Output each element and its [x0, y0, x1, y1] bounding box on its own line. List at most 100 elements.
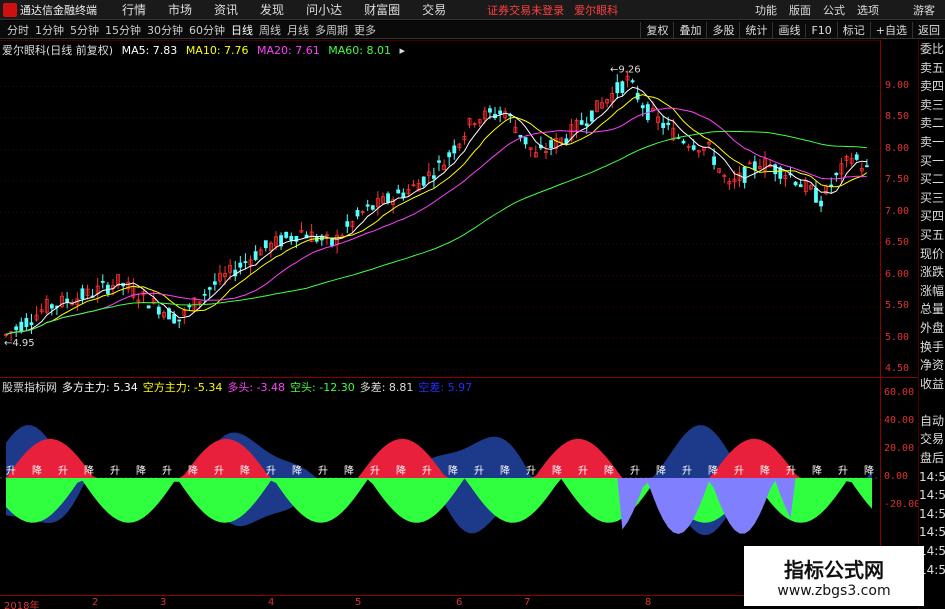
side-item-19[interactable]: [919, 393, 945, 412]
date-tick-0: 2018年: [4, 601, 40, 609]
tool-button-2[interactable]: 多股: [706, 22, 739, 38]
period-tab-6[interactable]: 日线: [228, 22, 256, 38]
side-item-22[interactable]: 盘后: [919, 449, 945, 468]
menu-item-layout[interactable]: 版面: [783, 2, 817, 18]
menu-item-news[interactable]: 资讯: [203, 1, 249, 18]
candle-body-115: [589, 110, 594, 122]
signal-label-7: 降: [188, 464, 198, 477]
side-item-11[interactable]: 现价: [919, 245, 945, 264]
menu-item-discover[interactable]: 发现: [249, 1, 295, 18]
side-item-14[interactable]: 总量: [919, 300, 945, 319]
menu-item-options[interactable]: 选项: [851, 2, 885, 18]
menu-item-formula[interactable]: 公式: [817, 2, 851, 18]
side-item-24[interactable]: 14:50: [919, 486, 945, 505]
tool-button-5[interactable]: F10: [805, 23, 836, 37]
candle-body-12: [65, 298, 70, 303]
side-item-15[interactable]: 外盘: [919, 319, 945, 338]
candle-body-121: [620, 81, 625, 93]
signal-label-26: 升: [682, 465, 692, 477]
menu-item-function[interactable]: 功能: [749, 2, 783, 18]
side-item-1[interactable]: 卖五: [919, 59, 945, 78]
period-tab-9[interactable]: 多周期: [312, 22, 351, 38]
signal-label-21: 降: [552, 464, 562, 477]
side-item-5[interactable]: 卖一: [919, 133, 945, 152]
side-item-25[interactable]: 14:50: [919, 505, 945, 524]
period-tab-8[interactable]: 月线: [284, 22, 312, 38]
price-tick-7: 5.50: [885, 300, 910, 311]
app-name: 通达信金融终端: [20, 3, 97, 17]
tool-button-1[interactable]: 叠加: [673, 22, 706, 38]
login-warning[interactable]: 证券交易未登录: [487, 2, 564, 18]
menu-item-trade[interactable]: 交易: [411, 1, 457, 18]
high-price-label: ←9.26: [610, 65, 641, 76]
signal-label-20: 升: [526, 465, 536, 477]
candle-body-40: [207, 287, 212, 290]
side-item-0[interactable]: 委比: [919, 40, 945, 59]
period-tab-10[interactable]: 更多: [351, 22, 379, 38]
side-item-4[interactable]: 卖二: [919, 114, 945, 133]
side-item-10[interactable]: 买五: [919, 226, 945, 245]
signal-label-3: 降: [84, 464, 94, 477]
candle-body-33: [172, 314, 177, 324]
signal-label-6: 升: [162, 465, 172, 477]
side-item-21[interactable]: 交易: [919, 430, 945, 449]
signal-label-14: 升: [370, 465, 380, 477]
candle-body-130: [666, 122, 671, 126]
signal-label-2: 升: [58, 465, 68, 477]
signal-label-16: 升: [422, 465, 432, 477]
side-item-2[interactable]: 卖四: [919, 77, 945, 96]
side-item-9[interactable]: 买四: [919, 207, 945, 226]
indicator-tick-0: 60.00: [884, 387, 915, 398]
signal-label-5: 降: [136, 464, 146, 477]
menu-item-market[interactable]: 市场: [157, 1, 203, 18]
tool-button-7[interactable]: +自选: [869, 22, 912, 38]
price-tick-6: 6.00: [885, 268, 910, 280]
side-item-3[interactable]: 卖三: [919, 96, 945, 115]
side-item-18[interactable]: 收益: [919, 375, 945, 394]
side-item-13[interactable]: 涨幅: [919, 282, 945, 301]
side-item-23[interactable]: 14:50: [919, 468, 945, 487]
signal-label-9: 降: [240, 464, 250, 477]
candle-body-125: [640, 105, 645, 109]
tool-button-0[interactable]: 复权: [640, 22, 673, 38]
period-tab-4[interactable]: 30分钟: [144, 22, 186, 38]
candle-body-69: [355, 210, 360, 217]
side-item-20[interactable]: 自动: [919, 412, 945, 431]
candle-body-169: [865, 165, 869, 168]
side-item-26[interactable]: 14:50: [919, 523, 945, 542]
candlestick-chart[interactable]: ←9.26 ←4.95: [0, 40, 880, 378]
side-item-7[interactable]: 买二: [919, 170, 945, 189]
period-tab-2[interactable]: 5分钟: [67, 22, 102, 38]
side-item-17[interactable]: 净资: [919, 356, 945, 375]
side-item-8[interactable]: 买三: [919, 189, 945, 208]
price-tick-4: 7.00: [885, 205, 910, 217]
date-tick-5: 6: [456, 597, 463, 608]
candle-body-30: [156, 306, 161, 315]
guest-button[interactable]: 游客: [907, 2, 941, 18]
side-item-6[interactable]: 买一: [919, 152, 945, 171]
date-tick-7: 8: [645, 597, 652, 608]
candle-body-75: [386, 193, 390, 203]
tool-button-6[interactable]: 标记: [836, 22, 870, 38]
menu-item-assistant[interactable]: 问小达: [295, 1, 353, 18]
candle-body-133: [681, 140, 686, 144]
indicator-tick-4: -20.00: [884, 499, 921, 510]
side-item-16[interactable]: 换手: [919, 338, 945, 357]
menu-item-quotes[interactable]: 行情: [111, 1, 157, 18]
tool-button-3[interactable]: 统计: [739, 22, 772, 38]
period-tab-7[interactable]: 周线: [256, 22, 284, 38]
period-tab-3[interactable]: 15分钟: [102, 22, 144, 38]
candle-body-78: [401, 192, 406, 199]
tool-button-4[interactable]: 画线: [772, 22, 805, 38]
low-price-label: ←4.95: [4, 338, 35, 349]
tool-button-8[interactable]: 返回: [912, 22, 945, 38]
candle-body-97: [498, 110, 503, 115]
price-axis: 9.00 8.50 8.00 7.50 7.00 6.50 6.00 5.50 5.00 4.50: [880, 40, 918, 378]
period-tab-0[interactable]: 分时: [4, 22, 32, 38]
period-tab-5[interactable]: 60分钟: [186, 22, 228, 38]
period-tab-1[interactable]: 1分钟: [32, 22, 67, 38]
signal-label-33: 降: [864, 464, 874, 477]
side-item-12[interactable]: 涨跌: [919, 263, 945, 282]
menu-item-wealth[interactable]: 财富圈: [353, 1, 411, 18]
candle-body-36: [187, 305, 192, 308]
